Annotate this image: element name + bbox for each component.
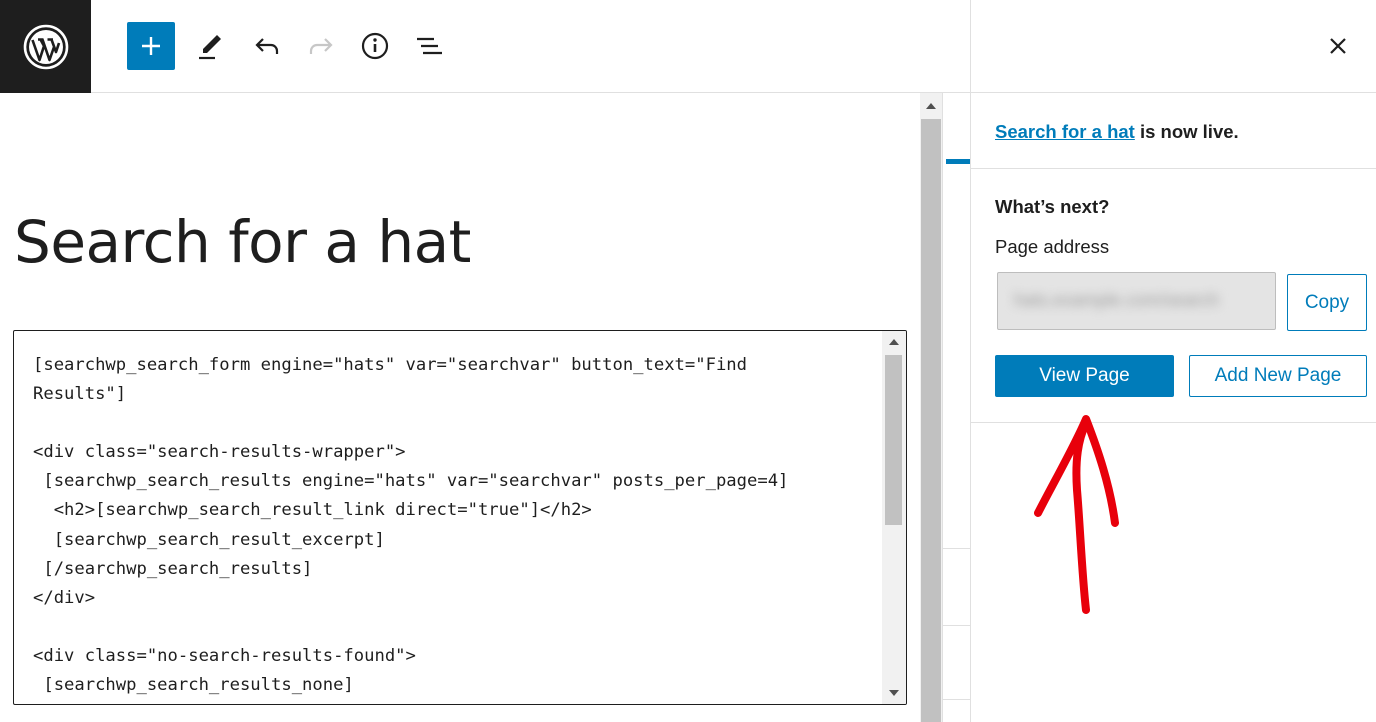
code-scrollbar[interactable] <box>882 331 906 704</box>
close-panel-button[interactable] <box>1318 26 1358 66</box>
code-line: </div> <box>33 587 96 608</box>
code-line: <div class="search-results-wrapper"> <box>33 442 406 463</box>
whats-next-title: What’s next? <box>995 196 1110 217</box>
shortcode-block[interactable]: [searchwp_search_form engine="hats" var=… <box>13 330 907 705</box>
post-link[interactable]: Search for a hat <box>995 121 1135 142</box>
view-page-button[interactable]: View Page <box>995 355 1174 397</box>
code-line: <h2>[searchwp_search_result_link direct=… <box>33 500 592 521</box>
code-line: [/searchwp_search_results] <box>33 558 313 579</box>
active-tab-indicator <box>946 159 971 164</box>
code-line: Results"] <box>33 384 127 405</box>
add-new-page-button[interactable]: Add New Page <box>1189 355 1367 397</box>
add-block-button[interactable] <box>127 22 175 70</box>
divider <box>943 699 971 700</box>
scroll-up-arrow-icon[interactable] <box>889 339 899 345</box>
tools-button[interactable] <box>186 22 234 70</box>
pencil-icon <box>199 35 221 60</box>
code-line: [searchwp_search_results_none] <box>33 675 354 696</box>
list-view-icon <box>417 37 442 55</box>
undo-button[interactable] <box>243 22 291 70</box>
code-line: [searchwp_search_form engine="hats" var=… <box>33 355 747 375</box>
code-line: [searchwp_search_result_excerpt] <box>33 529 385 550</box>
code-line: [searchwp_search_results engine="hats" v… <box>33 471 789 492</box>
divider <box>943 548 971 549</box>
redo-button[interactable] <box>297 22 345 70</box>
copy-button[interactable]: Copy <box>1287 274 1367 331</box>
undo-icon <box>255 38 279 54</box>
editor-canvas: Search for a hat [searchwp_search_form e… <box>0 93 920 722</box>
page-address-label: Page address <box>995 236 1110 257</box>
editor-toolbar <box>0 0 970 93</box>
code-line: <div class="no-search-results-found"> <box>33 645 416 666</box>
details-button[interactable] <box>351 22 399 70</box>
divider <box>943 625 971 626</box>
settings-sidebar-edge <box>942 93 971 722</box>
red-arrow-annotation-icon <box>1034 415 1119 614</box>
info-icon <box>361 32 389 60</box>
sidebar-header <box>970 0 1376 93</box>
publish-status: Search for a hat is now live. <box>971 93 1376 169</box>
code-scroll-thumb[interactable] <box>885 355 902 525</box>
close-icon <box>1330 38 1346 54</box>
shortcode-text[interactable]: [searchwp_search_form engine="hats" var=… <box>33 351 883 700</box>
wordpress-logo-icon[interactable] <box>0 0 91 93</box>
page-scroll-up-arrow-icon[interactable] <box>926 103 936 109</box>
page-address-value: hats.example.com/search <box>1014 290 1220 310</box>
scroll-down-arrow-icon[interactable] <box>889 690 899 696</box>
page-address-input[interactable]: hats.example.com/search <box>997 272 1276 330</box>
post-title[interactable]: Search for a hat <box>14 208 471 276</box>
page-scrollbar[interactable] <box>920 93 942 722</box>
plus-icon <box>142 37 160 55</box>
whats-next-section: What’s next? Page address hats.example.c… <box>971 169 1376 423</box>
live-suffix: is now live. <box>1134 121 1239 142</box>
list-view-button[interactable] <box>405 22 453 70</box>
live-message: Search for a hat is now live. <box>995 121 1239 143</box>
page-scroll-thumb[interactable] <box>921 119 941 722</box>
redo-icon <box>309 38 333 54</box>
